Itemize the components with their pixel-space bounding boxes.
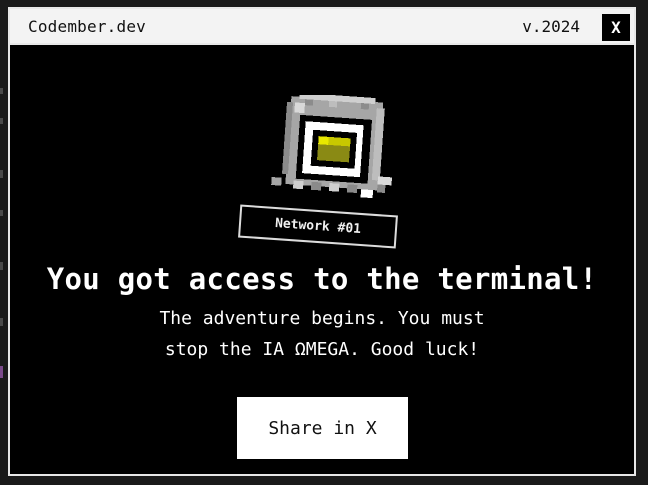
background-edge-decoration [0,0,8,485]
network-badge: Network #01 [238,204,398,249]
description-text: The adventure begins. You must stop the … [10,303,634,365]
version-label: v.2024 [522,17,580,36]
description-line: stop the IA ΩMEGA. Good luck! [164,339,480,360]
close-button[interactable]: X [602,14,630,41]
description-line: The adventure begins. You must [159,308,485,329]
app-title: Codember.dev [28,17,146,36]
pixel-robot-icon [271,95,393,199]
share-button[interactable]: Share in X [237,397,408,459]
page-title: You got access to the terminal! [46,262,598,296]
modal-window: Codember.dev v.2024 X Network #01 You go… [8,7,636,476]
title-bar: Codember.dev v.2024 X [10,9,634,45]
